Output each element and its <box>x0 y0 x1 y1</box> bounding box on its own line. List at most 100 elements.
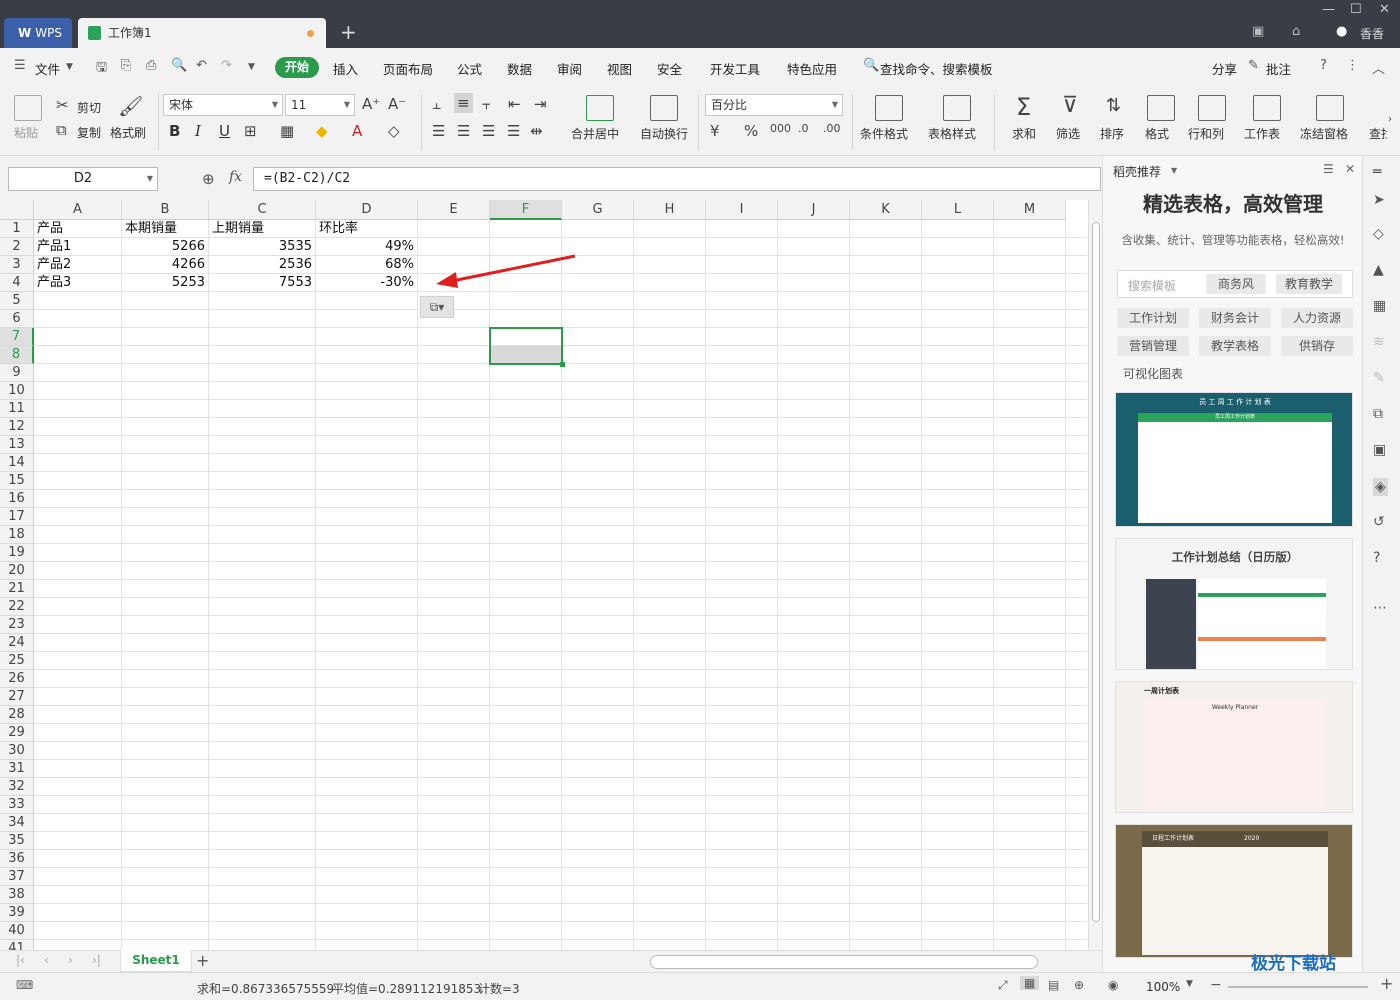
column-header-l[interactable]: L <box>922 200 994 220</box>
template-search-placeholder[interactable]: 搜索模板 <box>1128 277 1176 294</box>
menu-file[interactable]: 文件 <box>35 59 60 78</box>
row-header-12[interactable]: 12 <box>0 418 34 436</box>
column-header-i[interactable]: I <box>706 200 778 220</box>
cell-d4[interactable]: -30% <box>316 274 417 292</box>
column-header-c[interactable]: C <box>209 200 316 220</box>
docs-icon[interactable]: ⧉ <box>1373 406 1383 422</box>
italic-button[interactable]: I <box>195 122 201 140</box>
freeze-icon[interactable] <box>1316 95 1344 121</box>
row-header-35[interactable]: 35 <box>0 832 34 850</box>
spreadsheet-grid[interactable]: ABCDEFGHIJKLM 1 2 3 4 5 6 7 8 9 10 11 12 13 14 15 16 17 1… <box>0 200 1102 950</box>
currency-icon[interactable]: ¥ <box>710 122 720 140</box>
category-inventory[interactable]: 供销存 <box>1281 336 1353 356</box>
fill-handle[interactable] <box>560 362 565 367</box>
menu-developer[interactable]: 开发工具 <box>710 59 760 78</box>
row-header-34[interactable]: 34 <box>0 814 34 832</box>
menu-formula[interactable]: 公式 <box>457 59 482 78</box>
menu-start[interactable]: 开始 <box>275 57 319 78</box>
category-marketing[interactable]: 营销管理 <box>1117 336 1189 356</box>
undo-icon[interactable]: ↶ <box>196 58 207 73</box>
row-header-19[interactable]: 19 <box>0 544 34 562</box>
menu-view[interactable]: 视图 <box>607 59 632 78</box>
style-icon[interactable]: ▲ <box>1373 262 1384 278</box>
column-header-e[interactable]: E <box>418 200 490 220</box>
maximize-icon[interactable]: ☐ <box>1350 2 1362 17</box>
zoom-slider[interactable] <box>1228 986 1368 988</box>
help-icon[interactable]: ? <box>1373 550 1380 566</box>
category-work-plan[interactable]: 工作计划 <box>1117 308 1189 328</box>
filter-icon[interactable]: ⊽ <box>1062 93 1078 118</box>
merge-center-icon[interactable] <box>586 95 614 121</box>
category-charts[interactable]: 可视化图表 <box>1117 364 1189 384</box>
row-header-4[interactable]: 4 <box>0 274 34 292</box>
cell-d3[interactable]: 68% <box>316 256 417 274</box>
row-header-15[interactable]: 15 <box>0 472 34 490</box>
freeze-button[interactable]: 冻结窗格 <box>1300 125 1348 142</box>
category-hr[interactable]: 人力资源 <box>1281 308 1353 328</box>
row-header-8[interactable]: 8 <box>0 346 34 364</box>
row-header-22[interactable]: 22 <box>0 598 34 616</box>
table-icon[interactable]: ▦ <box>1373 298 1386 314</box>
row-header-37[interactable]: 37 <box>0 868 34 886</box>
quick-access-chevron-icon[interactable]: ▼ <box>248 62 255 72</box>
row-header-5[interactable]: 5 <box>0 292 34 310</box>
paste-button[interactable]: 粘贴 <box>14 124 38 141</box>
prev-sheet-icon[interactable]: ‹ <box>44 953 49 967</box>
chevron-down-icon[interactable]: ▼ <box>1171 166 1177 175</box>
column-header-j[interactable]: J <box>778 200 850 220</box>
row-header-20[interactable]: 20 <box>0 562 34 580</box>
next-sheet-icon[interactable]: › <box>68 953 73 967</box>
image-icon[interactable]: ▣ <box>1373 442 1386 458</box>
number-format-select[interactable]: 百分比 ▼ <box>705 94 843 116</box>
sum-button[interactable]: 求和 <box>1012 125 1036 142</box>
eye-protection-icon[interactable]: ◉ <box>1108 978 1118 992</box>
format-button[interactable]: 格式 <box>1145 125 1169 142</box>
command-search[interactable]: 查找命令、搜索模板 <box>880 59 993 78</box>
sum-icon[interactable]: Σ <box>1016 93 1031 121</box>
template-thumbnail-2[interactable]: 工作计划总结（日历版） <box>1115 538 1353 670</box>
row-header-6[interactable]: 6 <box>0 310 34 328</box>
template-search-box[interactable]: 搜索模板 商务风 教育教学 <box>1117 270 1353 298</box>
filter-button[interactable]: 筛选 <box>1056 125 1080 142</box>
format-painter-button[interactable]: 格式刷 <box>110 124 146 141</box>
selection-border[interactable] <box>489 327 563 365</box>
template-thumbnail-4[interactable]: 日程工作计划表 2020 <box>1115 824 1353 958</box>
menu-page-layout[interactable]: 页面布局 <box>383 59 433 78</box>
wrap-text-button[interactable]: 自动换行 <box>640 125 688 142</box>
fill-color-icon[interactable]: ◆ <box>316 122 328 140</box>
vertical-scroll-thumb[interactable] <box>1092 222 1100 922</box>
side-panel-title[interactable]: 稻壳推荐 <box>1113 163 1161 180</box>
skin-icon[interactable]: ⌂ <box>1292 24 1300 39</box>
cell-c3[interactable]: 2536 <box>209 256 315 274</box>
row-col-button[interactable]: 行和列 <box>1188 125 1224 142</box>
menu-insert[interactable]: 插入 <box>333 59 358 78</box>
cell-d2[interactable]: 49% <box>316 238 417 256</box>
align-left-icon[interactable]: ☰ <box>432 122 445 140</box>
cell-b2[interactable]: 5266 <box>122 238 208 256</box>
row-header-30[interactable]: 30 <box>0 742 34 760</box>
column-header-h[interactable]: H <box>634 200 706 220</box>
collapse-ribbon-icon[interactable]: ︿ <box>1372 58 1385 77</box>
close-icon[interactable]: ✕ <box>1379 2 1390 17</box>
column-header-d[interactable]: D <box>316 200 418 220</box>
new-tab-button[interactable]: + <box>340 20 357 44</box>
column-header-a[interactable]: A <box>34 200 122 220</box>
shape-icon[interactable]: ◇ <box>1373 226 1384 242</box>
cut-button[interactable]: 剪切 <box>77 99 101 116</box>
align-center-icon[interactable]: ☰ <box>457 122 470 140</box>
table-style-button[interactable]: 表格样式 <box>928 125 976 142</box>
cell-c1[interactable]: 上期销量 <box>209 220 315 238</box>
align-middle-icon[interactable]: ≡ <box>454 93 473 113</box>
zoom-formula-icon[interactable]: ⊕ <box>202 170 215 188</box>
sheet-tab[interactable]: Sheet1 <box>120 950 192 972</box>
first-sheet-icon[interactable]: |‹ <box>16 953 25 967</box>
row-header-14[interactable]: 14 <box>0 454 34 472</box>
column-header-k[interactable]: K <box>850 200 922 220</box>
cell-b3[interactable]: 4266 <box>122 256 208 274</box>
menu-security[interactable]: 安全 <box>657 59 682 78</box>
last-sheet-icon[interactable]: ›| <box>92 953 101 967</box>
row-header-23[interactable]: 23 <box>0 616 34 634</box>
fill-pattern-icon[interactable]: ▦ <box>280 122 294 140</box>
cut-icon[interactable]: ✂ <box>56 96 69 114</box>
column-header-g[interactable]: G <box>562 200 634 220</box>
